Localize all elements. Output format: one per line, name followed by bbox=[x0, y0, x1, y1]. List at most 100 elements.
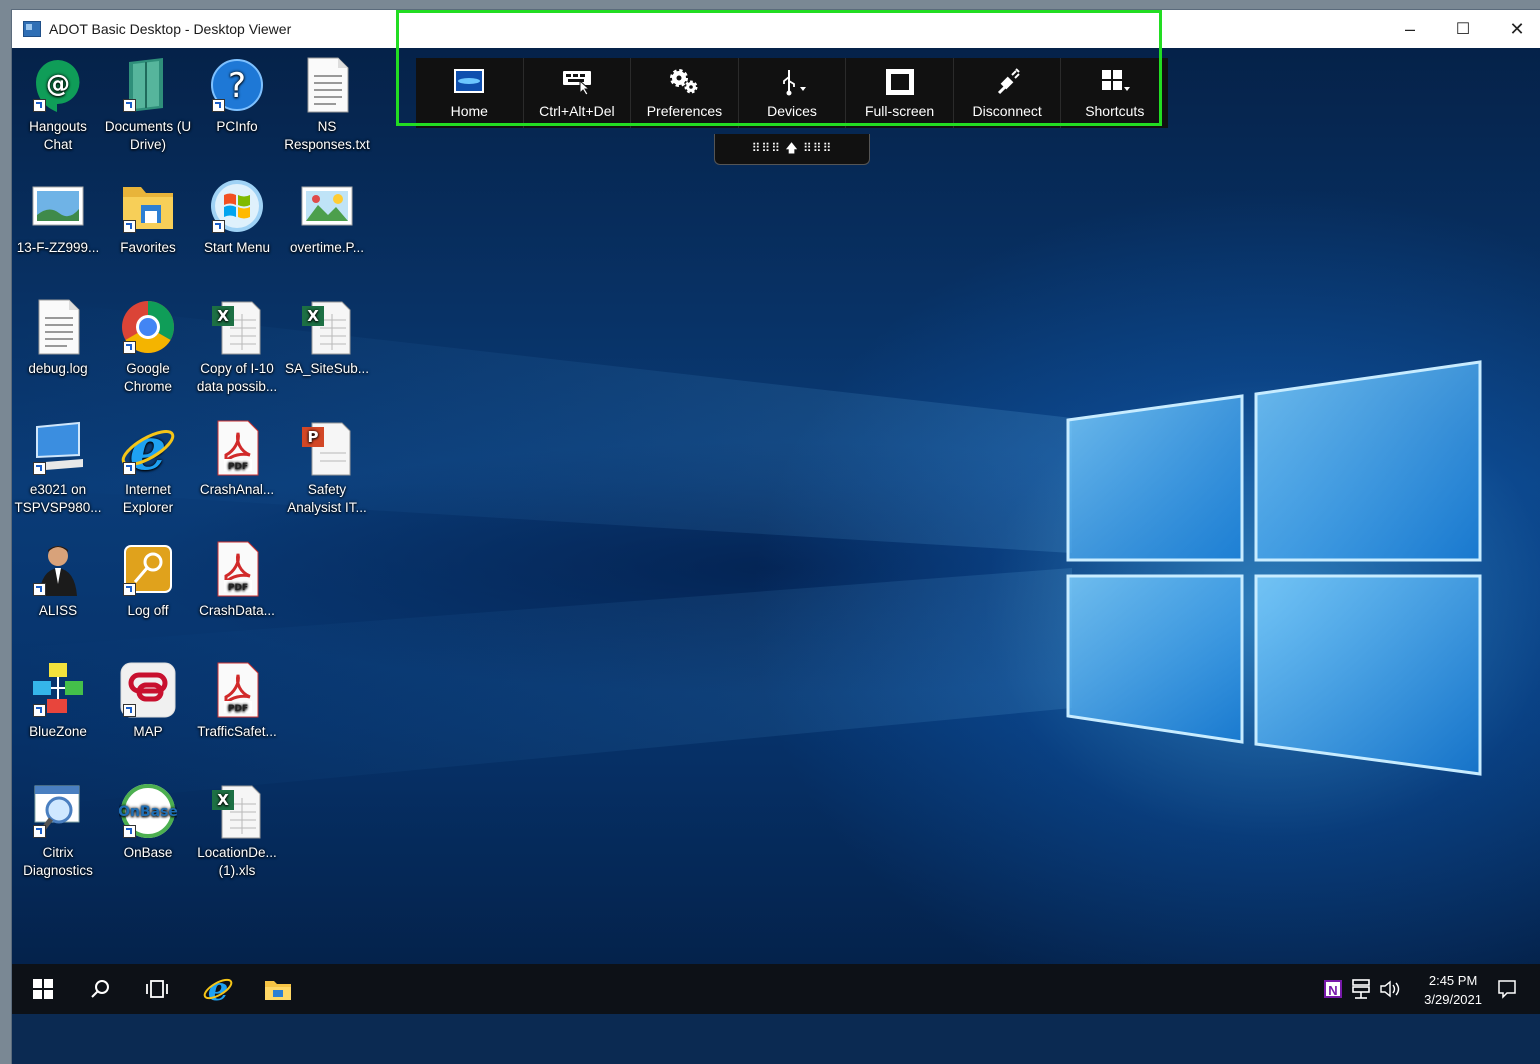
window-title: ADOT Basic Desktop - Desktop Viewer bbox=[49, 21, 292, 37]
clock-date: 3/29/2021 bbox=[1424, 992, 1482, 1007]
desktop-icon-log-off[interactable]: Log off bbox=[104, 540, 192, 620]
shortcut-arrow-icon bbox=[33, 462, 46, 475]
desktop-icon-e3021-on-tspvsp980[interactable]: e3021 on TSPVSP980... bbox=[14, 419, 102, 517]
desktop-icon-label: MAP bbox=[133, 724, 163, 739]
desktop-icon-crashdata[interactable]: PDF CrashData... bbox=[193, 540, 281, 620]
start-button[interactable] bbox=[26, 964, 60, 1014]
notification-icon bbox=[1498, 980, 1516, 999]
desktop-icon-label: Log off bbox=[127, 603, 169, 618]
desktop-icon-overtime-p[interactable]: overtime.P... bbox=[283, 177, 371, 257]
desktop-icon-google-chrome[interactable]: Google Chrome bbox=[104, 298, 192, 396]
shortcut-arrow-icon bbox=[33, 583, 46, 596]
folder-icon bbox=[119, 177, 177, 235]
desktop-icon-label: Internet Explorer bbox=[122, 482, 174, 515]
maximize-button[interactable]: ☐ bbox=[1436, 10, 1490, 48]
desktop-icon-label: PCInfo bbox=[216, 119, 258, 134]
svg-text:@: @ bbox=[46, 70, 70, 98]
svg-text:?: ? bbox=[228, 66, 246, 106]
svg-text:P: P bbox=[308, 428, 319, 446]
text-file-icon bbox=[29, 298, 87, 356]
shortcut-arrow-icon bbox=[123, 220, 136, 233]
pdf-file-icon: PDF bbox=[208, 661, 266, 719]
desktop-icon-map[interactable]: MAP bbox=[104, 661, 192, 741]
taskbar-file-explorer[interactable] bbox=[258, 964, 298, 1014]
action-center-button[interactable] bbox=[1492, 964, 1522, 1014]
desktop-icon-locationde-1-xls[interactable]: X LocationDe... (1).xls bbox=[193, 782, 281, 880]
excel-file-icon: X bbox=[298, 298, 356, 356]
remote-desktop[interactable]: @ Hangouts Chat Documents (U Drive)? PCInfo… bbox=[12, 48, 1540, 1014]
svg-text:PDF: PDF bbox=[228, 704, 248, 714]
folder-icon bbox=[265, 981, 291, 1000]
excel-file-icon: X bbox=[208, 298, 266, 356]
volume-tray-icon[interactable] bbox=[1378, 964, 1402, 1014]
key-icon bbox=[119, 540, 177, 598]
desktop-icon-pcinfo[interactable]: ? PCInfo bbox=[193, 56, 281, 136]
internet-explorer-icon: e bbox=[203, 973, 233, 1005]
pdf-file-icon: PDF bbox=[208, 419, 266, 477]
task-view-button[interactable] bbox=[140, 964, 174, 1014]
desktop-icon-aliss[interactable]: ALISS bbox=[14, 540, 102, 620]
svg-text:X: X bbox=[217, 791, 229, 809]
desktop-icon-internet-explorer[interactable]: e Internet Explorer bbox=[104, 415, 192, 517]
desktop-icon-start-menu[interactable]: Start Menu bbox=[193, 177, 281, 257]
taskbar-clock[interactable]: 2:45 PM 3/29/2021 bbox=[1424, 971, 1482, 1009]
desktop-icon-label: TrafficSafet... bbox=[197, 724, 277, 739]
desktop-icon-bluezone[interactable]: BlueZone bbox=[14, 661, 102, 741]
desktop-icon-label: 13-F-ZZ999... bbox=[16, 240, 100, 255]
toolbar-highlight-box bbox=[396, 10, 1162, 126]
speaker-icon bbox=[1380, 980, 1400, 998]
network-tray-icon[interactable] bbox=[1350, 964, 1372, 1014]
windows-orb-icon bbox=[208, 177, 266, 235]
network-icon bbox=[29, 661, 87, 719]
desktop-icon-label: Hangouts Chat bbox=[29, 119, 87, 152]
minimize-button[interactable]: – bbox=[1383, 10, 1437, 48]
documents-icon bbox=[119, 56, 177, 114]
citrix-app-icon bbox=[23, 21, 41, 37]
desktop-viewer-window: ADOT Basic Desktop - Desktop Viewer – ☐ … bbox=[12, 10, 1540, 1064]
desktop-icon-label: Safety Analysist IT... bbox=[287, 482, 367, 515]
picture-file-icon bbox=[298, 177, 356, 235]
desktop-icon-citrix-diagnostics[interactable]: Citrix Diagnostics bbox=[14, 782, 102, 880]
shortcut-arrow-icon bbox=[212, 99, 225, 112]
desktop-icon-crashanal[interactable]: PDF CrashAnal... bbox=[193, 419, 281, 499]
computer-icon bbox=[29, 419, 87, 477]
svg-text:X: X bbox=[307, 307, 319, 325]
desktop-icon-trafficsafet[interactable]: PDF TrafficSafet... bbox=[193, 661, 281, 741]
chrome-icon bbox=[119, 298, 177, 356]
excel-file-icon: X bbox=[208, 782, 266, 840]
search-icon bbox=[91, 980, 109, 998]
desktop-icon-hangouts-chat[interactable]: @ Hangouts Chat bbox=[14, 56, 102, 154]
desktop-icon-debug-log[interactable]: debug.log bbox=[14, 298, 102, 378]
desktop-icon-label: BlueZone bbox=[29, 724, 87, 739]
desktop-icon-safety-analysist-it[interactable]: P Safety Analysist IT... bbox=[283, 419, 371, 517]
desktop-icon-label: Start Menu bbox=[203, 240, 271, 255]
desktop-icon-copy-of-i-10-data-possib[interactable]: X Copy of I-10 data possib... bbox=[193, 298, 281, 396]
desktop-icon-label: OnBase bbox=[123, 845, 173, 860]
svg-text:e: e bbox=[208, 973, 228, 1005]
shortcut-arrow-icon bbox=[123, 583, 136, 596]
desktop-icon-label: NS Responses.txt bbox=[284, 119, 370, 152]
desktop-icon-ns-responses-txt[interactable]: NS Responses.txt bbox=[283, 56, 371, 154]
desktop-icon-label: Copy of I-10 data possib... bbox=[196, 361, 278, 394]
powerpoint-file-icon: P bbox=[298, 419, 356, 477]
taskbar-internet-explorer[interactable]: e bbox=[198, 964, 238, 1014]
taskbar: e N 2:45 PM 3/29/2021 bbox=[12, 964, 1540, 1014]
search-button[interactable] bbox=[84, 964, 118, 1014]
image-file-icon bbox=[29, 177, 87, 235]
desktop-icon-sa-sitesub[interactable]: X SA_SiteSub... bbox=[283, 298, 371, 378]
svg-text:X: X bbox=[217, 307, 229, 325]
desktop-icon-13-f-zz999[interactable]: 13-F-ZZ999... bbox=[14, 177, 102, 257]
svg-text:OnBase: OnBase bbox=[119, 804, 177, 820]
desktop-icon-label: Google Chrome bbox=[123, 361, 172, 394]
task-view-icon bbox=[146, 980, 168, 998]
toolbar-pull-tab[interactable]: ⠿⠿⠿ 🡅 ⠿⠿⠿ bbox=[714, 134, 870, 165]
desktop-icon-onbase[interactable]: OnBase OnBase bbox=[104, 782, 192, 862]
close-button[interactable]: ✕ bbox=[1490, 10, 1540, 48]
onenote-tray-icon[interactable]: N bbox=[1322, 964, 1344, 1014]
desktop-icon-label: LocationDe... (1).xls bbox=[197, 845, 277, 878]
desktop-icon-documents-u-drive[interactable]: Documents (U Drive) bbox=[104, 56, 192, 154]
svg-text:PDF: PDF bbox=[228, 462, 248, 472]
pdf-file-icon: PDF bbox=[208, 540, 266, 598]
shortcut-arrow-icon bbox=[123, 99, 136, 112]
desktop-icon-favorites[interactable]: Favorites bbox=[104, 177, 192, 257]
